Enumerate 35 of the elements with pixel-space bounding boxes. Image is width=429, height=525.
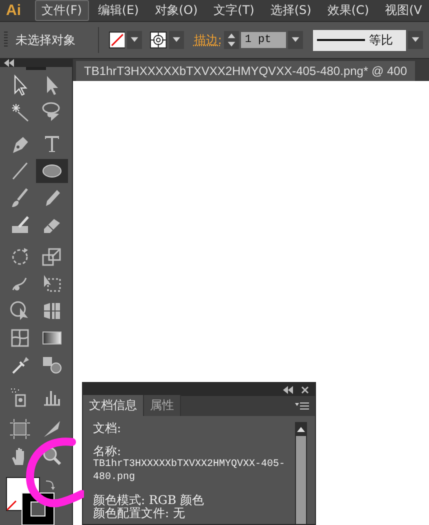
file-name-text: TB1hrT3HXXXXXbTXVXX2HMYQVXX-405-480.png <box>93 458 286 484</box>
menu-item[interactable]: 编辑(E) <box>90 0 146 21</box>
line-profile-icon <box>316 38 365 42</box>
info-line: 颜色配置文件: 无 <box>93 507 186 520</box>
scrollbar-thumb[interactable] <box>296 436 306 524</box>
dropdown-caret-icon[interactable] <box>288 31 303 49</box>
spinner-arrows-icon[interactable] <box>224 31 239 49</box>
dropdown-caret-icon[interactable] <box>168 31 184 49</box>
dropdown-caret-icon[interactable] <box>127 31 142 49</box>
panel-tab[interactable]: 文档信息 <box>83 395 144 416</box>
menu-item[interactable]: 文字(T) <box>206 0 262 21</box>
stroke-weight-field[interactable]: 1 pt <box>240 32 286 48</box>
close-icon[interactable] <box>301 386 309 394</box>
app-logo: Ai <box>6 2 22 19</box>
info-line: 颜色模式: RGB 颜色 <box>93 494 206 507</box>
target-icon[interactable] <box>150 31 167 49</box>
stroke-profile-dropdown[interactable]: 等比 <box>312 30 406 50</box>
info-line: 名称: <box>93 445 122 458</box>
info-line: 文档: <box>93 422 122 435</box>
collapse-icon[interactable] <box>283 386 293 394</box>
selection-status: 未选择对象 <box>16 32 77 48</box>
menu-item[interactable]: 效果(C) <box>320 0 376 21</box>
stroke-none-swatch[interactable] <box>108 31 126 49</box>
document-tab[interactable]: TB1hrT3HXXXXXbTXVXX2HMYQVXX-405-480.png* @ 400 <box>76 61 416 81</box>
menu-item[interactable]: 选择(S) <box>263 0 318 21</box>
scroll-up-icon[interactable] <box>297 426 305 432</box>
panel-menu-icon[interactable] <box>295 402 309 410</box>
stroke-label[interactable]: 描边: <box>194 32 222 48</box>
menu-item[interactable]: 对象(O) <box>148 0 205 21</box>
scrollbar[interactable] <box>295 422 307 524</box>
panel-tab[interactable]: 属性 <box>144 395 181 416</box>
menu-item[interactable]: 文件(F) <box>34 0 89 21</box>
artboard-icon[interactable] <box>8 417 32 441</box>
dropdown-caret-icon[interactable] <box>408 31 424 49</box>
menu-item[interactable]: 视图(V <box>378 0 429 21</box>
